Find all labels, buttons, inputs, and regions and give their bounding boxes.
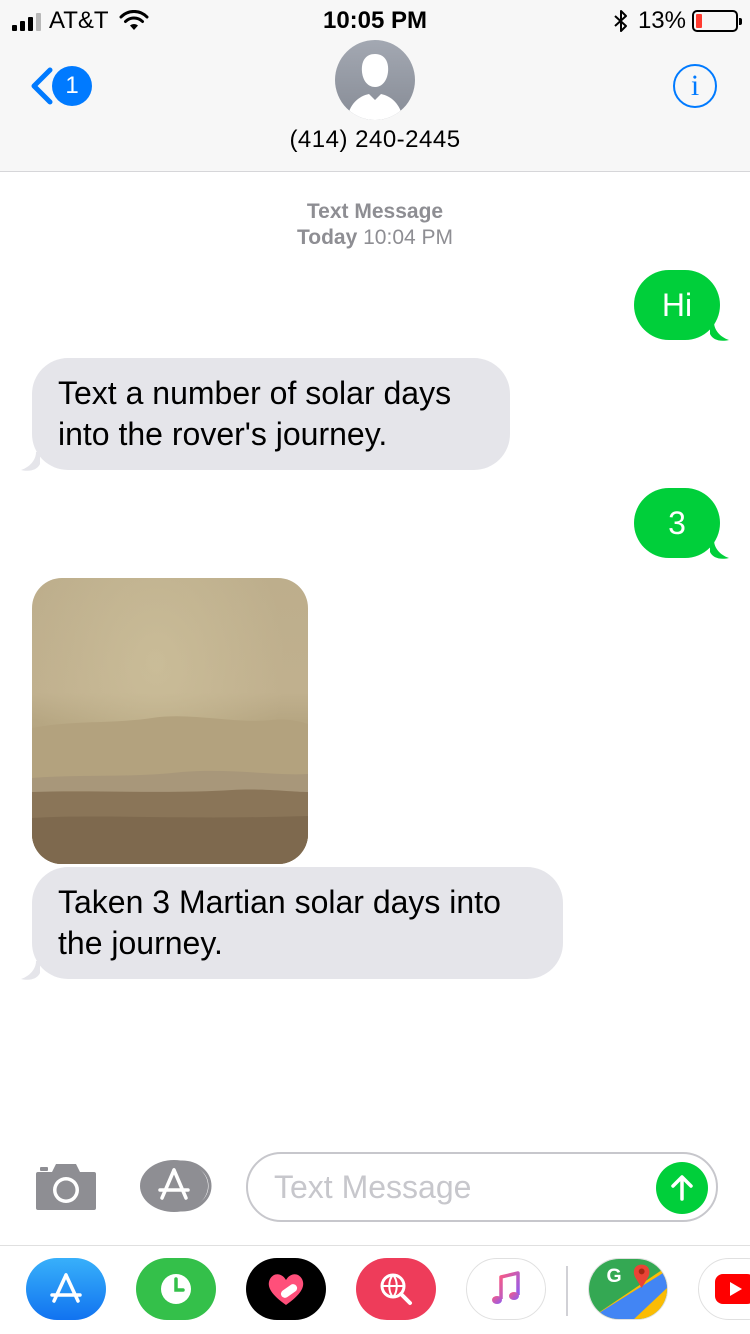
- drawer-google-maps[interactable]: G: [588, 1258, 668, 1320]
- drawer-divider: [566, 1266, 568, 1316]
- heart-sticker-icon: [268, 1274, 304, 1305]
- sent-message-bubble[interactable]: 3: [634, 488, 720, 558]
- received-message-bubble[interactable]: Taken 3 Martian solar days into the jour…: [32, 867, 563, 979]
- status-right: 13%: [614, 7, 742, 35]
- svg-text:G: G: [607, 1265, 622, 1287]
- timestamp-day: Today: [296, 226, 358, 249]
- app-drawer: G: [0, 1245, 750, 1334]
- contact-name[interactable]: (414) 240-2445: [0, 126, 750, 154]
- battery-fill: [696, 14, 702, 28]
- back-button[interactable]: 1: [22, 64, 92, 108]
- status-bar: AT&T 10:05 PM 13%: [0, 0, 750, 40]
- timestamp-time: 10:04 PM: [363, 226, 454, 249]
- battery-percent: 13%: [637, 7, 686, 34]
- music-icon: [492, 1271, 520, 1304]
- camera-icon[interactable]: [34, 1160, 98, 1212]
- sent-bubble-tail: [710, 322, 729, 341]
- drawer-stickers[interactable]: [246, 1258, 326, 1320]
- send-arrow-icon: [671, 1175, 693, 1201]
- battery-nub: [739, 18, 742, 25]
- activity-clock-icon: [161, 1274, 191, 1304]
- send-button[interactable]: [656, 1162, 708, 1214]
- received-bubble-tail: [21, 961, 40, 980]
- avatar-silhouette-icon: [347, 54, 403, 120]
- google-maps-icon: G: [589, 1259, 667, 1319]
- info-icon[interactable]: i: [673, 64, 717, 108]
- drawer-web-search[interactable]: [356, 1258, 436, 1320]
- message-input[interactable]: [274, 1154, 644, 1220]
- web-search-icon: [380, 1273, 412, 1305]
- drawer-activity[interactable]: [136, 1258, 216, 1320]
- mars-photo-attachment[interactable]: [32, 578, 308, 864]
- timestamp: Today 10:04 PM: [0, 226, 750, 250]
- sent-bubble-tail: [710, 540, 729, 559]
- contact-avatar[interactable]: [335, 40, 415, 120]
- drawer-app-store[interactable]: [26, 1258, 106, 1320]
- conversation-header: AT&T 10:05 PM 13% 1 (414) 240-2445 i: [0, 0, 750, 172]
- battery-icon: [692, 10, 742, 32]
- photo-terrain: [32, 716, 308, 864]
- timestamp-service-label: Text Message: [306, 200, 444, 223]
- drawer-youtube[interactable]: [698, 1258, 750, 1320]
- drawer-music[interactable]: [466, 1258, 546, 1320]
- app-store-icon: [50, 1273, 82, 1303]
- sent-message-bubble[interactable]: Hi: [634, 270, 720, 340]
- message-field[interactable]: [246, 1152, 718, 1222]
- youtube-icon: [715, 1274, 750, 1304]
- unread-count-badge: 1: [52, 66, 92, 106]
- received-message-bubble[interactable]: Text a number of solar days into the rov…: [32, 358, 510, 470]
- received-bubble-tail: [21, 452, 40, 471]
- app-store-icon[interactable]: [140, 1160, 212, 1212]
- bluetooth-icon: [614, 10, 627, 32]
